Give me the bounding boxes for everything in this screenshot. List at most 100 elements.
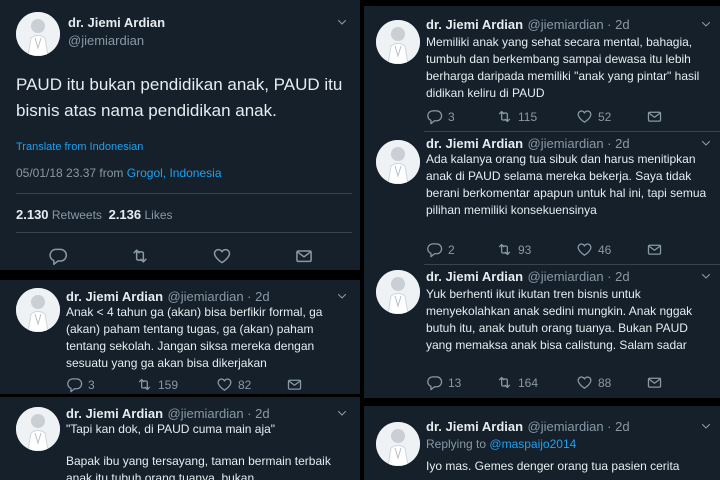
author-handle[interactable]: @jiemiardian · 2d: [528, 419, 630, 434]
avatar[interactable]: [376, 270, 420, 314]
chevron-down-icon[interactable]: [700, 18, 712, 30]
avatar[interactable]: [376, 20, 420, 64]
dm-button[interactable]: [646, 374, 663, 391]
timestamp: 05/01/18 23.37 from: [16, 166, 124, 180]
like-button[interactable]: [212, 246, 294, 266]
retweet-count: 159: [158, 377, 179, 392]
action-bar: [48, 246, 314, 266]
author-name[interactable]: dr. Jiemi Ardian: [426, 17, 523, 32]
retweet-button[interactable]: 93: [496, 241, 576, 258]
dm-icon: [294, 246, 314, 266]
tweet-text: Memiliki anak yang sehat secara mental, …: [426, 35, 700, 100]
tweet-text: PAUD itu bukan pendidikan anak, PAUD itu…: [16, 75, 343, 120]
like-button[interactable]: 46: [576, 241, 646, 258]
retweet-icon: [496, 374, 513, 391]
author-name[interactable]: dr. Jiemi Ardian: [426, 269, 523, 284]
dm-icon: [646, 108, 663, 125]
like-button[interactable]: 82: [216, 376, 286, 393]
retweet-button[interactable]: 164: [496, 374, 576, 391]
retweet-button[interactable]: [130, 246, 212, 266]
retweets-count[interactable]: 2.130: [16, 207, 49, 222]
dm-button[interactable]: [646, 241, 663, 258]
reply-button[interactable]: [48, 246, 130, 266]
retweet-count: 93: [518, 242, 532, 257]
dm-button[interactable]: [294, 246, 314, 266]
reply-tweet[interactable]: dr. Jiemi Ardian @jiemiardian · 2d Anak …: [0, 280, 360, 394]
author-handle[interactable]: @jiemiardian · 2d: [168, 406, 270, 421]
like-button[interactable]: 52: [576, 108, 646, 125]
dm-icon: [646, 374, 663, 391]
chevron-down-icon[interactable]: [700, 270, 712, 282]
translate-link[interactable]: Translate from Indonesian: [16, 141, 143, 153]
mention-link[interactable]: @maspaijo2014: [489, 437, 576, 451]
reply-count: 13: [448, 375, 462, 390]
retweet-icon: [496, 108, 513, 125]
main-tweet: dr. Jiemi Ardian @jiemiardian PAUD itu b…: [0, 0, 360, 270]
dm-button[interactable]: [286, 376, 303, 393]
author-handle[interactable]: @jiemiardian · 2d: [528, 17, 630, 32]
reply-icon: [48, 246, 68, 266]
reply-count: 3: [88, 377, 95, 392]
retweets-label[interactable]: Retweets: [52, 208, 102, 222]
reply-button[interactable]: 3: [66, 376, 136, 393]
tweet-meta: 05/01/18 23.37 from Grogol, Indonesia: [16, 166, 222, 180]
chevron-down-icon[interactable]: [336, 290, 348, 302]
divider: [424, 264, 720, 265]
chevron-down-icon[interactable]: [700, 137, 712, 149]
reply-thread: dr. Jiemi Ardian @jiemiardian · 2d Memil…: [364, 0, 720, 480]
author-name[interactable]: dr. Jiemi Ardian: [66, 406, 163, 421]
dm-icon: [286, 376, 303, 393]
likes-count[interactable]: 2.136: [109, 207, 142, 222]
author-name[interactable]: dr. Jiemi Ardian: [66, 289, 163, 304]
tweet-text-continued: Bapak ibu yang tersayang, taman bermain …: [66, 454, 331, 480]
author-handle[interactable]: @jiemiardian · 2d: [528, 136, 630, 151]
like-count: 52: [598, 109, 612, 124]
like-count: 46: [598, 242, 612, 257]
author-name[interactable]: dr. Jiemi Ardian: [68, 15, 165, 30]
reply-button[interactable]: 13: [426, 374, 496, 391]
reply-button[interactable]: 3: [426, 108, 496, 125]
avatar[interactable]: [376, 140, 420, 184]
divider: [16, 193, 352, 194]
action-bar: 3 115 52: [426, 108, 663, 125]
divider: [364, 0, 720, 6]
chevron-down-icon[interactable]: [700, 420, 712, 432]
reply-icon: [66, 376, 83, 393]
like-button[interactable]: 88: [576, 374, 646, 391]
retweet-icon: [130, 246, 150, 266]
chevron-down-icon[interactable]: [336, 407, 348, 419]
avatar[interactable]: [376, 422, 420, 466]
retweet-button[interactable]: 115: [496, 108, 576, 125]
like-icon: [576, 374, 593, 391]
replying-to: Replying to @maspaijo2014: [426, 437, 576, 451]
author-handle[interactable]: @jiemiardian · 2d: [528, 269, 630, 284]
like-count: 88: [598, 375, 612, 390]
retweet-button[interactable]: 159: [136, 376, 216, 393]
divider: [16, 232, 352, 233]
location-link[interactable]: Grogol, Indonesia: [127, 166, 222, 180]
replying-prefix: Replying to: [426, 437, 487, 451]
divider: [364, 398, 720, 406]
like-icon: [576, 241, 593, 258]
avatar[interactable]: [16, 288, 60, 332]
reply-tweet[interactable]: dr. Jiemi Ardian @jiemiardian · 2d "Tapi…: [0, 397, 360, 480]
reply-button[interactable]: 2: [426, 241, 496, 258]
reply-count: 2: [448, 242, 455, 257]
action-bar: 3 159 82: [66, 376, 303, 393]
dm-button[interactable]: [646, 108, 663, 125]
chevron-down-icon[interactable]: [336, 16, 348, 28]
action-bar: 13 164 88: [426, 374, 663, 391]
author-handle[interactable]: @jiemiardian · 2d: [168, 289, 270, 304]
avatar[interactable]: [16, 407, 60, 451]
likes-label[interactable]: Likes: [144, 208, 172, 222]
author-handle[interactable]: @jiemiardian: [68, 33, 144, 48]
avatar[interactable]: [16, 12, 60, 56]
reply-icon: [426, 241, 443, 258]
tweet-text: Yuk berhenti ikut ikutan tren bisnis unt…: [426, 287, 693, 352]
retweet-icon: [496, 241, 513, 258]
tweet-text: Iyo mas. Gemes denger orang tua pasien c…: [426, 459, 680, 473]
author-name[interactable]: dr. Jiemi Ardian: [426, 419, 523, 434]
dm-icon: [646, 241, 663, 258]
author-name[interactable]: dr. Jiemi Ardian: [426, 136, 523, 151]
tweet-stats: 2.130 Retweets 2.136 Likes: [16, 207, 173, 222]
